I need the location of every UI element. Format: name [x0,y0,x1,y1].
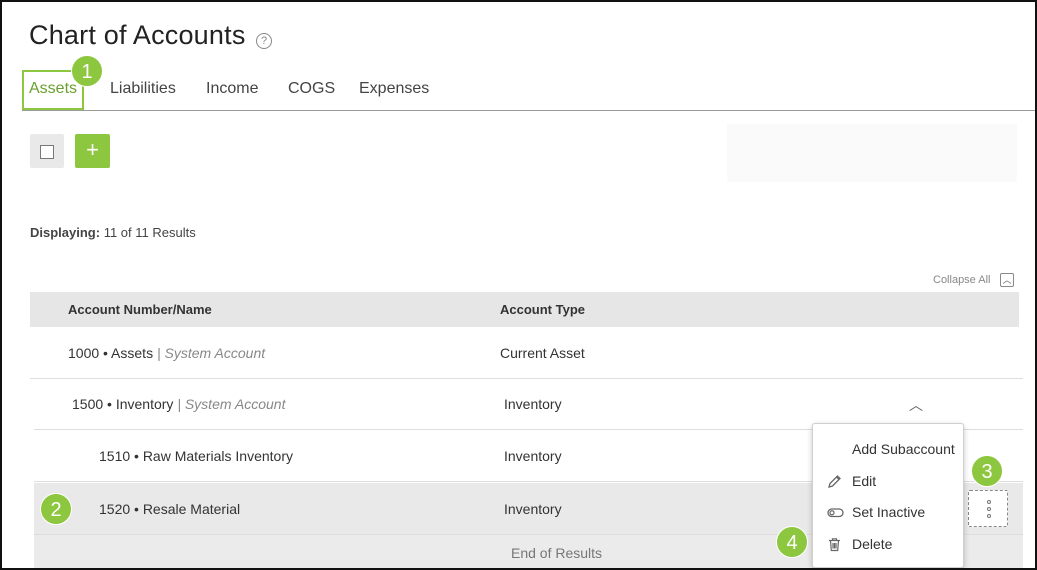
chevron-up-icon[interactable]: ︿ [909,395,923,415]
pencil-icon [828,475,841,488]
account-type-cell: Inventory [504,448,562,464]
callout-badge-2: 2 [40,493,72,525]
menu-item-edit[interactable]: Edit [813,466,963,496]
system-account-tag: | System Account [177,396,286,412]
account-name-cell: 1500 • Inventory | System Account [72,396,285,412]
toggle-icon [827,508,844,518]
kebab-dot [987,514,991,518]
account-name: 1520 • Resale Material [99,501,241,517]
tab-income[interactable]: Income [200,70,264,110]
callout-badge-3: 3 [971,455,1003,487]
menu-item-label: Edit [852,473,877,489]
account-type-cell: Inventory [504,396,562,412]
results-summary: Displaying: 11 of 11 Results [30,225,196,240]
account-type-cell: Current Asset [500,345,585,361]
add-account-button[interactable]: + [75,134,110,168]
callout-badge-4: 4 [776,526,808,558]
account-name: 1510 • Raw Materials Inventory [99,448,293,464]
column-header-type: Account Type [500,302,585,317]
results-label: Displaying: [30,225,101,240]
menu-item-add-subaccount[interactable]: Add Subaccount [813,434,963,464]
account-name-cell: 1000 • Assets | System Account [68,345,265,361]
kebab-dot [987,507,991,511]
row-actions-menu: Add Subaccount Edit Set Inactive Delete [812,423,964,568]
results-count: 11 of 11 Results [103,225,196,240]
tab-expenses[interactable]: Expenses [353,70,435,110]
toolbar-placeholder-panel [727,124,1017,182]
page-title: Chart of Accounts [29,20,246,50]
menu-item-label: Add Subaccount [852,441,955,457]
tab-liabilities[interactable]: Liabilities [104,70,182,110]
tab-cogs[interactable]: COGS [282,70,341,110]
account-name: 1500 • Inventory [72,396,174,412]
menu-item-delete[interactable]: Delete [813,529,963,559]
select-all-checkbox[interactable] [30,134,64,168]
row-actions-button[interactable] [968,490,1008,527]
kebab-dot [987,500,991,504]
system-account-tag: | System Account [156,345,266,361]
table-row[interactable]: 1000 • Assets | System Account Current A… [30,327,1023,379]
help-icon[interactable]: ? [256,33,272,49]
collapse-all-link[interactable]: Collapse All [933,274,990,286]
menu-item-label: Set Inactive [852,504,926,520]
table-header: Account Number/Name Account Type [30,292,1019,327]
collapse-all-icon[interactable]: ︿ [1000,273,1014,287]
checkbox-square [40,145,54,159]
account-name: 1000 • Assets [68,345,154,361]
end-of-results-text: End of Results [511,545,603,561]
menu-item-label: Delete [852,536,893,552]
callout-badge-1: 1 [71,55,103,87]
column-header-account: Account Number/Name [68,302,212,317]
trash-icon [829,538,840,552]
menu-item-set-inactive[interactable]: Set Inactive [813,497,963,527]
app-frame: Chart of Accounts ? Assets Liabilities I… [0,0,1037,570]
tabs-divider [22,110,1035,111]
account-type-cell: Inventory [504,501,562,517]
